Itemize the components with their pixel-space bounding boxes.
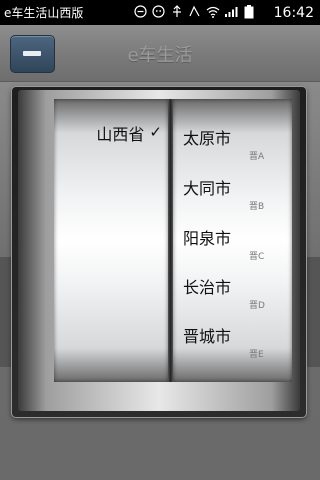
- app-bar: e车生活: [0, 25, 320, 82]
- plate-code: 晋C: [249, 252, 265, 262]
- wifi-icon: [205, 4, 220, 19]
- notification-text: e车生活山西版: [4, 6, 84, 20]
- checkmark-icon: ✓: [149, 123, 162, 141]
- city-option[interactable]: 长治市 晋D: [173, 274, 292, 324]
- city-option[interactable]: 晋城市 晋E: [173, 323, 292, 373]
- city-option[interactable]: 阳泉市 晋C: [173, 225, 292, 275]
- signal-icon: [223, 4, 238, 19]
- city-wheel[interactable]: 太原市 晋A 大同市 晋B 阳泉市 晋C 长治市 晋D 晋城市 晋E: [173, 99, 292, 382]
- province-option-selected[interactable]: 山西省 ✓: [54, 115, 168, 151]
- city-picker-dialog: 山西省 ✓ 太原市 晋A 大同市 晋B 阳泉市 晋C 长治市 晋D 晋城市 晋E: [12, 87, 306, 417]
- alarm-icon: [187, 4, 202, 19]
- battery-icon: [241, 4, 256, 19]
- status-bar: e车生活山西版 16:42: [0, 0, 320, 25]
- usb-icon: [133, 4, 148, 19]
- city-name: 晋城市: [183, 327, 232, 346]
- plate-code: 晋A: [249, 152, 265, 162]
- province-wheel[interactable]: 山西省 ✓: [54, 99, 168, 382]
- city-name: 长治市: [183, 278, 232, 297]
- page-title: e车生活: [127, 45, 193, 66]
- clock: 16:42: [273, 5, 314, 21]
- city-name: 大同市: [183, 179, 232, 198]
- city-option[interactable]: 太原市 晋A: [173, 125, 292, 175]
- city-name: 太原市: [183, 129, 232, 148]
- android-icon: [151, 4, 166, 19]
- plate-code: 晋E: [249, 350, 264, 360]
- province-label: 山西省: [96, 125, 145, 144]
- city-name: 阳泉市: [183, 229, 232, 248]
- plate-code: 晋B: [249, 202, 265, 212]
- plate-code: 晋D: [249, 301, 265, 311]
- status-icons: [133, 4, 256, 19]
- usb-debug-icon: [169, 4, 184, 19]
- city-option[interactable]: 大同市 晋B: [173, 175, 292, 225]
